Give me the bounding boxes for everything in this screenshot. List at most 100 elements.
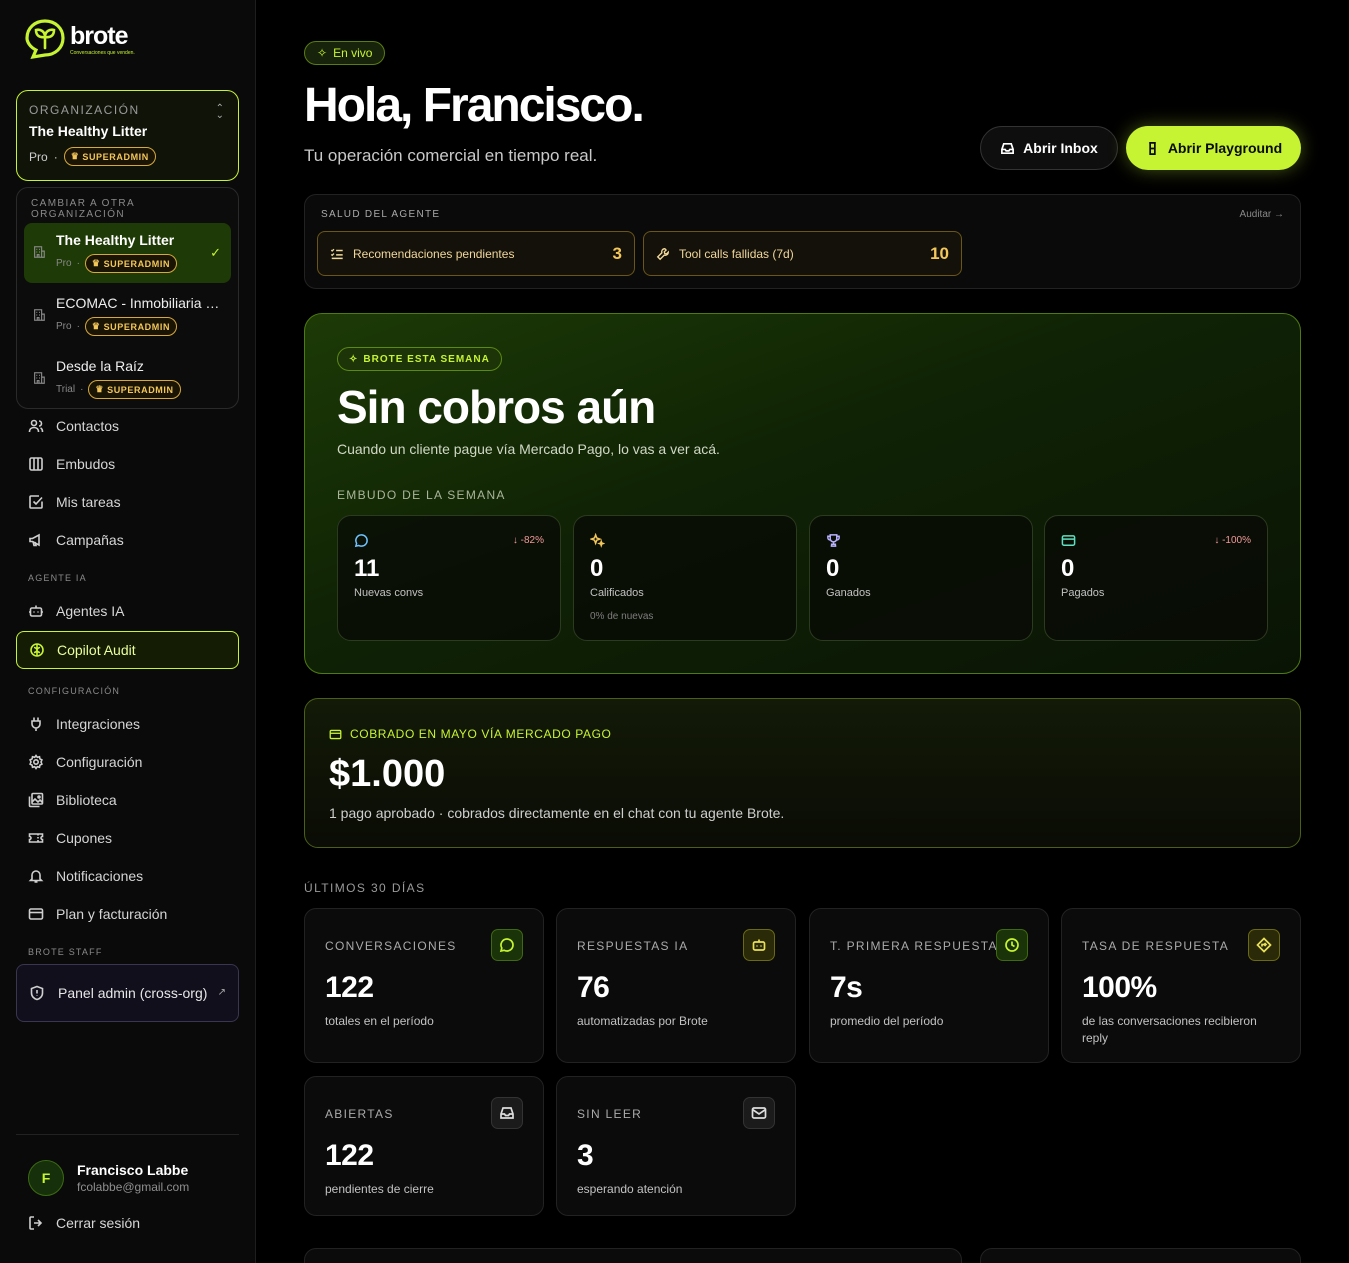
inbox-icon [491, 1097, 523, 1129]
metric-desc: promedio del período [830, 1014, 944, 1028]
funnel-card-nuevas: ↓ -82% 11 Nuevas convs [337, 515, 561, 641]
megaphone-icon [29, 533, 40, 547]
shield-icon [30, 985, 44, 1001]
funnel-label: EMBUDO DE LA SEMANA [337, 488, 506, 502]
metrics-section-label: ÚLTIMOS 30 DÍAS [304, 881, 426, 895]
crown-icon: ♛ [70, 151, 80, 161]
user-name: Francisco Labbe [77, 1162, 189, 1178]
page-title: Hola, Francisco. [304, 79, 645, 132]
metric-value: 122 [325, 1139, 374, 1172]
funnel-subtext: 0% de nuevas [590, 611, 654, 622]
funnel-value: 0 [826, 555, 840, 582]
route-icon [1248, 929, 1280, 961]
open-inbox-button[interactable]: Abrir Inbox [980, 126, 1118, 170]
images-icon [28, 792, 44, 808]
open-playground-button[interactable]: Abrir Playground [1126, 126, 1301, 170]
collected-label: COBRADO EN MAYO VÍA MERCADO PAGO [329, 727, 611, 741]
switcher-org-name: ECOMAC - Inmobiliaria Valdivia [56, 295, 226, 311]
logout-button[interactable]: Cerrar sesión [28, 1215, 140, 1231]
superadmin-badge: ♛ SUPERADMIN [84, 317, 178, 336]
users-icon [28, 419, 44, 433]
funnel-card-pagados: ↓ -100% 0 Pagados [1044, 515, 1268, 641]
metric-title: ABIERTAS [325, 1107, 394, 1121]
failed-tool-calls-card[interactable]: Tool calls fallidas (7d) 10 [643, 231, 962, 276]
mail-icon [743, 1097, 775, 1129]
user-profile[interactable]: F Francisco Labbe fcolabbe@gmail.com [28, 1160, 189, 1196]
sidebar-item-notificaciones[interactable]: Notificaciones [16, 857, 239, 895]
credit-card-icon [28, 908, 44, 920]
building-icon [34, 246, 45, 258]
metric-title: T. PRIMERA RESPUESTA [830, 939, 998, 953]
org-name: The Healthy Litter [29, 123, 148, 139]
sidebar-item-integraciones[interactable]: Integraciones [16, 705, 239, 743]
sidebar-item-configuracion[interactable]: Configuración [16, 743, 239, 781]
crown-icon: ♛ [95, 384, 105, 394]
sidebar-item-mis-tareas[interactable]: Mis tareas [16, 483, 239, 521]
org-label: ORGANIZACIÓN [29, 103, 140, 117]
trophy-icon [827, 534, 840, 547]
metric-value: 3 [577, 1139, 594, 1172]
clock-icon [996, 929, 1028, 961]
metric-desc: pendientes de cierre [325, 1182, 434, 1196]
collected-amount: $1.000 [329, 753, 446, 795]
metric-card-respuestas-ia: RESPUESTAS IA 76 automatizadas por Brote [556, 908, 796, 1063]
sparkles-icon: ✧ [349, 353, 359, 365]
funnel-value: 11 [354, 555, 380, 582]
building-icon [34, 309, 45, 321]
superadmin-badge: ♛ SUPERADMIN [88, 380, 181, 399]
week-subtitle: Cuando un cliente pague vía Mercado Pago… [337, 441, 720, 457]
sidebar-item-panel-admin[interactable]: Panel admin (cross-org) ↗ [16, 964, 239, 1022]
building-icon [34, 372, 45, 384]
avatar: F [28, 1160, 64, 1196]
page-subtitle: Tu operación comercial en tiempo real. [304, 146, 598, 165]
funnel-card-calificados: 0 Calificados 0% de nuevas [573, 515, 797, 641]
sidebar-item-cupones[interactable]: Cupones [16, 819, 239, 857]
switcher-org-item[interactable]: The Healthy Litter Pro · ♛ SUPERADMIN ✓ [24, 223, 231, 283]
week-title: Sin cobros aún [337, 381, 656, 433]
metric-desc: totales en el período [325, 1014, 434, 1028]
switcher-label: CAMBIAR A OTRA ORGANIZACIÓN [31, 198, 135, 220]
chat-bubble-icon [491, 929, 523, 961]
funnel-label-text: Pagados [1061, 587, 1105, 599]
sidebar-item-biblioteca[interactable]: Biblioteca [16, 781, 239, 819]
sidebar-item-agentes-ia[interactable]: Agentes IA [16, 592, 239, 630]
sprout-logo-icon [25, 19, 65, 60]
metric-value: 100% [1082, 971, 1157, 1004]
collected-subtext: 1 pago aprobado · cobrados directamente … [329, 805, 785, 821]
funnel-value: 0 [590, 555, 604, 582]
check-icon: ✓ [210, 245, 221, 260]
metric-card-primera-respuesta: T. PRIMERA RESPUESTA 7s promedio del per… [809, 908, 1049, 1063]
funnel-label-text: Calificados [590, 587, 644, 599]
sidebar-item-campanas[interactable]: Campañas [16, 521, 239, 559]
metric-card-tasa-respuesta: TASA DE RESPUESTA 100% de las conversaci… [1061, 908, 1301, 1063]
metric-value: 122 [325, 971, 374, 1004]
logout-icon [29, 1216, 43, 1230]
sidebar-item-embudos[interactable]: Embudos [16, 445, 239, 483]
switcher-org-item[interactable]: Desde la Raíz Trial · ♛ SUPERADMIN [24, 349, 231, 409]
sidebar-item-plan-facturacion[interactable]: Plan y facturación [16, 895, 239, 933]
bell-icon [28, 870, 44, 883]
sidebar-item-contactos[interactable]: Contactos [16, 407, 239, 445]
brote-logo[interactable]: brote Conversaciones que venden. [24, 18, 135, 60]
superadmin-badge: ♛ SUPERADMIN [63, 147, 156, 166]
pending-recommendations-card[interactable]: Recomendaciones pendientes 3 [317, 231, 635, 276]
credit-card-icon [1061, 535, 1076, 546]
switcher-org-name: The Healthy Litter [56, 232, 175, 248]
brand-name: brote [70, 21, 128, 50]
org-selector[interactable]: ORGANIZACIÓN The Healthy Litter Pro · ♛ S… [16, 90, 239, 181]
gear-icon [29, 754, 43, 770]
nav-section-staff: BROTE STAFF [28, 947, 103, 957]
org-plan: Pro [29, 149, 48, 164]
switcher-org-item[interactable]: ECOMAC - Inmobiliaria Valdivia Pro·♛SUPE… [24, 286, 231, 346]
nav-section-agente: AGENTE IA [28, 573, 87, 583]
chevron-updown-icon: ⌃ ⌄ [215, 103, 224, 121]
main-content: ✧ En vivo Hola, Francisco. Tu operación … [256, 0, 1349, 1263]
credit-card-icon [329, 729, 342, 739]
agent-health-panel: SALUD DEL AGENTE Auditar → Recomendacion… [304, 194, 1301, 289]
external-arrow-icon: ↗ [217, 987, 226, 998]
checkbox-icon [29, 495, 43, 509]
sidebar-item-copilot-audit[interactable]: Copilot Audit [16, 631, 239, 669]
funnel-label-text: Ganados [826, 587, 871, 599]
audit-link[interactable]: Auditar → [1240, 209, 1284, 220]
metric-desc: de las conversaciones recibieron reply [1082, 1014, 1257, 1045]
